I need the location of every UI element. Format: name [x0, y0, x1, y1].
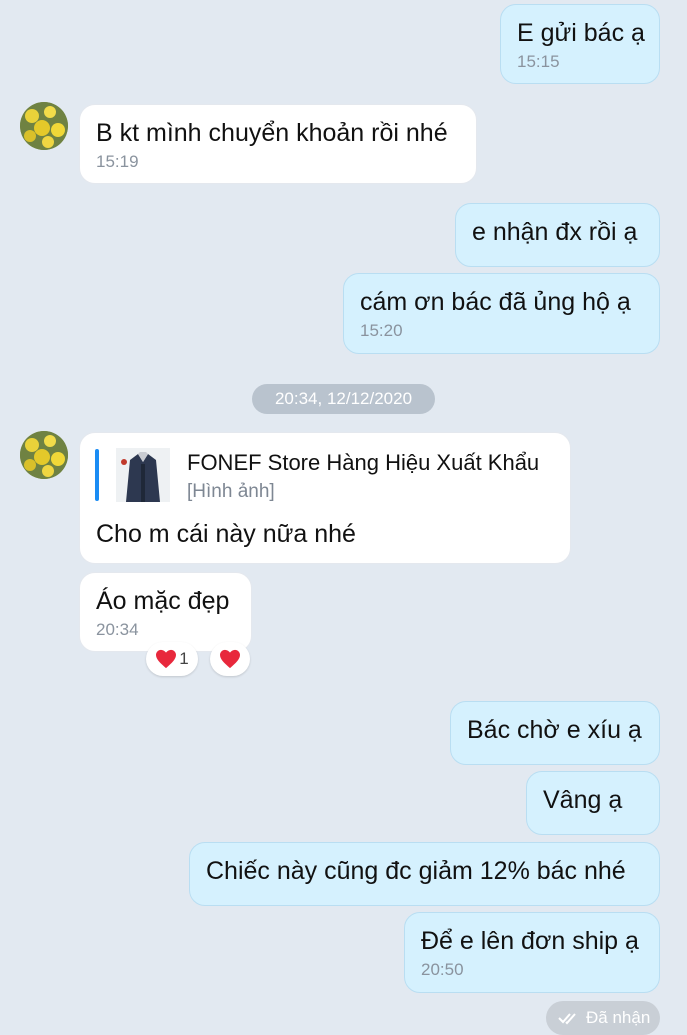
received-status-badge: Đã nhận: [546, 1001, 660, 1035]
message-time: 15:20: [360, 321, 403, 340]
message-text: Vâng ạ: [543, 786, 623, 814]
message-outgoing[interactable]: Vâng ạ: [526, 771, 660, 835]
contact-avatar[interactable]: [20, 102, 68, 150]
quote-image-thumbnail[interactable]: [116, 448, 170, 502]
message-outgoing[interactable]: Chiếc này cũng đc giảm 12% bác nhé: [189, 842, 660, 906]
reaction-summary[interactable]: 1: [146, 642, 198, 676]
message-time: 20:34: [96, 620, 139, 639]
message-outgoing[interactable]: Để e lên đơn ship ạ 20:50: [404, 912, 660, 993]
message-text: Chiếc này cũng đc giảm 12% bác nhé: [206, 857, 626, 885]
message-time: 15:15: [517, 52, 560, 71]
heart-icon: [156, 649, 177, 669]
contact-avatar[interactable]: [20, 431, 68, 479]
message-incoming-quoted[interactable]: FONEF Store Hàng Hiệu Xuất Khẩu [Hình ản…: [79, 432, 571, 564]
message-text: Bác chờ e xíu ạ: [467, 716, 642, 744]
react-button[interactable]: [210, 642, 250, 676]
quote-subtitle: [Hình ảnh]: [187, 481, 275, 502]
reaction-count: 1: [179, 649, 189, 668]
message-outgoing[interactable]: e nhận đx rồi ạ: [455, 203, 660, 267]
message-outgoing[interactable]: Bác chờ e xíu ạ: [450, 701, 660, 765]
date-divider: 20:34, 12/12/2020: [252, 384, 435, 414]
message-text: Áo mặc đẹp: [96, 587, 230, 615]
heart-icon: [220, 649, 240, 669]
double-check-icon: [558, 1013, 576, 1025]
message-text: B kt mình chuyển khoản rồi nhé: [96, 119, 448, 147]
message-text: E gửi bác ạ: [517, 19, 645, 47]
message-text: cám ơn bác đã ủng hộ ạ: [360, 288, 631, 316]
message-time: 15:19: [96, 152, 139, 171]
quote-bar: [95, 449, 99, 501]
message-incoming[interactable]: Áo mặc đẹp 20:34: [79, 572, 252, 652]
message-text: e nhận đx rồi ạ: [472, 218, 638, 246]
message-outgoing[interactable]: cám ơn bác đã ủng hộ ạ 15:20: [343, 273, 660, 354]
message-time: 20:50: [421, 960, 464, 979]
message-text: Để e lên đơn ship ạ: [421, 927, 639, 955]
received-status-text: Đã nhận: [586, 1008, 651, 1027]
quote-title: FONEF Store Hàng Hiệu Xuất Khẩu: [187, 450, 540, 475]
message-text: Cho m cái này nữa nhé: [96, 520, 356, 548]
message-outgoing[interactable]: E gửi bác ạ 15:15: [500, 4, 660, 84]
message-incoming[interactable]: B kt mình chuyển khoản rồi nhé 15:19: [79, 104, 477, 184]
